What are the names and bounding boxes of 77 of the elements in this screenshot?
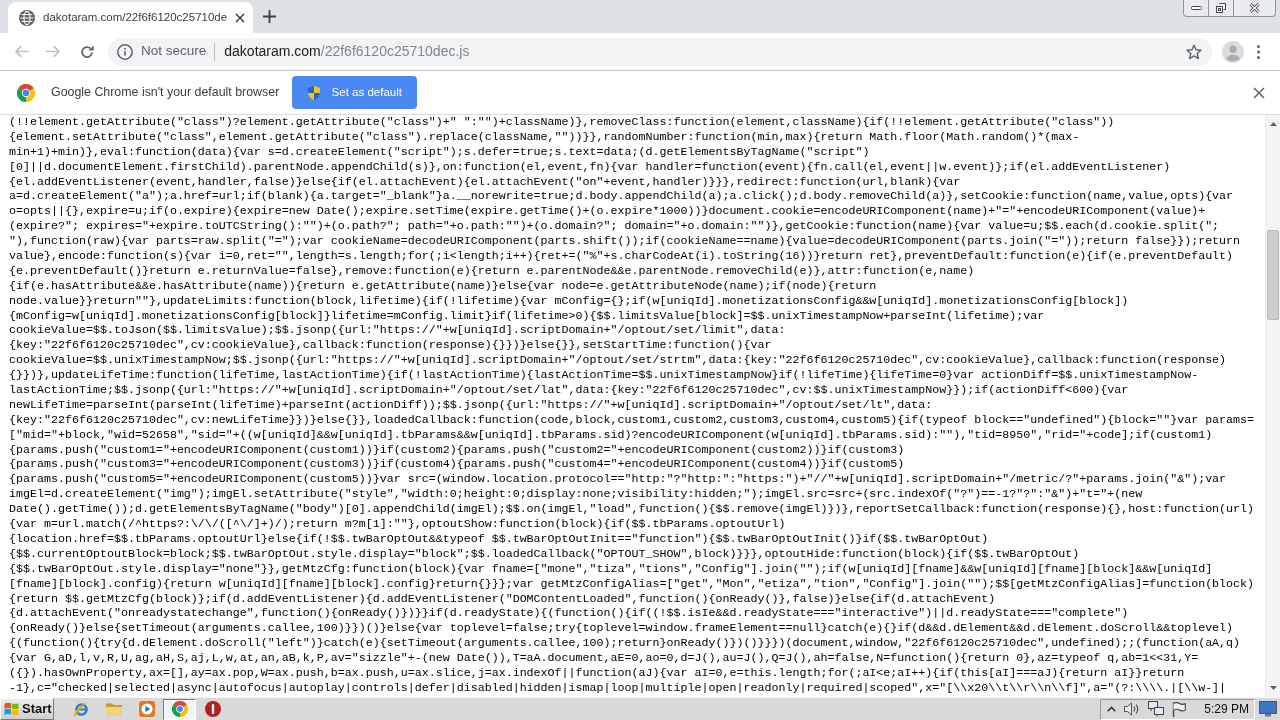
security-chip[interactable]: Not secure — [117, 41, 207, 62]
star-icon[interactable] — [1186, 43, 1202, 60]
info-icon — [117, 43, 133, 60]
code-line: ({}).hasOwnProperty,ax=[],ay=ax.pop,W=ax.push,b=ax.push,u=ax.slice,j=ax.indexOf||function(aJ){var aI=0,e=this.length;for(;aI<e;aI++){if(this[aI]===aJ){return aI}}return — [9, 665, 1186, 681]
minimize-icon — [1190, 6, 1202, 10]
code-line: newLifeTime=parseInt(parseInt(lifeTime)+parseInt(actionDiff));$$.jsonp({url:"https://"+w[uniqId].scriptDomain+"/optout/set/lt",data: — [9, 397, 934, 413]
code-line: {}})},updateLifeTime:function(lifeTime,lastActionTime){if(!lastActionTime){lastActionTime=$$.unixTimestampNow}if(!lifeTime){lifeTime=0}var actionDiff=$$.unixTimestampNow- — [9, 368, 1200, 384]
code-line: {onReady()}else{setTimeout(arguments.callee,100)}})()}else{var toplevel=false;try{toplevel=window.frameElement==null}catch(e){}if(d&&d.dElement&&d.dElement.doScroll&&toplevel) — [9, 621, 1235, 637]
code-line: {location.href=$$.tbParams.optoutUrl}else{if(!$$.twBarOptOut&&typeof $$.twBarOptOutInit=="function"){$$.twBarOptOutInit()}if($$.twBarOptOut) — [9, 531, 990, 547]
globe-icon — [19, 9, 35, 26]
e-logo-icon[interactable] — [72, 701, 89, 717]
code-line: {params.push("custom1="+encodeURIComponent(custom1))}if(custom2){params.push("custom2="+encodeURIComponent(custom2))}if(custom3) — [9, 442, 906, 458]
code-line: (!!element.getAttribute("class")?element.getAttribute("class")+" ":"")+className)},removeClass:function(element,className){if(!!element.getAttribute("class")) — [9, 115, 1116, 130]
code-line: {element.setAttribute("class",element.getAttribute("class").replace(className,""))}},randomNumber:function(min,max){return Math.floor(Math.random()*(max- — [9, 129, 1081, 145]
code-line: {params.push("custom5="+encodeURIComponent(custom5))}var src=(window.location.protocol=="http:"?"http:":"https:")+"//"+w[uniqId].scriptDomain+"/metric/?"+params.join("&");var — [9, 472, 1228, 488]
code-line: (expire?"; expires="+expire.toUTCString():"")+(o.path?"; path="+o.path:"")+(o.domain?"; domain="+o.domain:"")},getCookie:function(name){var value=u;$$.each(d.cookie.split("; — [9, 219, 1221, 235]
reload-icon[interactable] — [80, 44, 94, 59]
infobar-message: Google Chrome isn't your default browser — [51, 84, 280, 102]
code-line: lastActionTime;$$.jsonp({url:"https://"+w[uniqId].scriptDomain+"/optout/set/lat",data:{key:"22f6f6120c25710dec",cv:$$.unixTimestampNow}});if(actionDiff<600){var — [9, 383, 1130, 398]
address-bar[interactable]: Not secure dakotaram.com/22f6f6120c25710dec.js — [108, 37, 1212, 66]
plus-icon[interactable] — [263, 10, 276, 23]
code-line: {d.attachEvent("onreadystatechange",function(){onReady()})}}if(d.readyState){(function(){if((!$$.isIe&&d.readyState==="interactive")||d.readyState==="complete") — [9, 606, 1130, 622]
code-line: value},encode:function(s){var i=0,ret="",length=s.length;for(;i<length;i++){ret+=("%"+s.charCodeAt(i).toString(16))}return ret},preventDefault:function(e){if(e.preventDefault) — [9, 249, 1235, 264]
code-line: {var m=url.match(/^https?:\/\/([^\/]+)/);return m?m[1]:""},optoutShow:function(block){if($$.tbParams.optoutUrl) — [9, 517, 787, 532]
code-line: {(function(){try{d.dElement.doScroll("left")}catch(e){setTimeout(arguments.callee,100);return}onReady()})()}}})(document,window,"22f6f6120c25710dec",undefined);;(function(aA,q) — [9, 636, 1242, 652]
alert-circle-icon[interactable] — [204, 701, 221, 717]
code-line: cookieValue=$$.unixTimestampNow;$$.jsonp({url:"https://"+w[uniqId].scriptDomain+"/optout/set/strtm",data:{key:"22f6f6120c25710dec",cv:cookieValue},callback:function(response) — [9, 353, 1228, 369]
menu-icon[interactable] — [1257, 44, 1260, 59]
code-line: imgEl=d.createElement("img");imgEl.setAttribute("style","width:0;height:0;display:none;visibility:hidden;");imgEl.src=src+(src.indexOf("?")==-1?"?":"&")+"t="+(new — [9, 487, 1144, 503]
code-line: "),function(raw){var parts=raw.split("=");var cookieName=decodeURIComponent(parts.shift());if(cookieName==name){value=decodeURIComponent(parts.join("="));return false}});return — [9, 234, 1242, 249]
code-line: {el.addEventListener(event,handler,false)}else{if(el.attachEvent){el.attachEvent("on"+event,handler)}}},redirect:function(url,blank){var — [9, 174, 962, 190]
code-line: node.value}}return""},updateLimits:function(block,lifetime){if(!lifetime){var mConfig={};if(w[uniqId].monetizationsConfig&&w[uniqId].monetizationsConfig[block]) — [9, 293, 1130, 309]
code-line: [fname][block].config){return w[uniqId][fname][block].config}return{}}};var getMtzConfigAlias=["get","Mon","etiza","tion","Config"].join("");$$[getMtzConfigAlias]=function(block) — [9, 576, 1256, 592]
code-line: {key:"22f6f6120c25710dec",cv:cookieValue},callback:function(response){}})}else{}},setStartTime:function(){var — [9, 338, 773, 354]
shield-icon — [307, 85, 320, 100]
code-line: [0]||d.documentElement.firstChild).parentNode.appendChild(s)},on:function(el,event,fn){var handler=function(event){fn.call(el,event||w.event)};if(el.addEventListener) — [9, 159, 1172, 175]
code-line: cookieValue=$$.toJson($$.limitsValue);$$.jsonp({url:"https://"+w[uniqId].scriptDomain+"/optout/set/limit",data: — [9, 323, 787, 339]
close-icon — [1249, 3, 1260, 13]
code-line: a=d.createElement("a");a.href=url;if(blank){a.target="_blank"}a.__norewrite=true;d.body.appendChild(a);a.click();d.body.removeChild(a)},setCookie:function(name,value,opts){var — [9, 189, 1235, 205]
code-line: {$$.currentOptoutBlock=block;$$.twBarOptOut.style.display="block";$$.loadedCallback("OPTOUT_SHOW",block)}}},optoutHide:function(block){if($$.twBarOptOut) — [9, 546, 1081, 562]
speaker-icon[interactable] — [1124, 702, 1141, 716]
close-icon[interactable] — [235, 12, 246, 23]
clock: 5:29 PM — [1204, 701, 1249, 718]
code-line: {e.preventDefault()}return e.returnValue=false},remove:function(e){return e.parentNode&&e.parentNode.removeChild(e)},attr:function(e,name) — [9, 263, 976, 279]
network-icon[interactable] — [1148, 701, 1165, 717]
code-line: {key:"22f6f6120c25710dec",cv:newLifeTime}})}else{}},loadedCallback:function(code,block,custom1,custom2,custom3,custom4,custom5){if(typeof block=="undefined"){block=""}var params= — [9, 412, 1256, 428]
scrollbar-thumb[interactable] — [1267, 230, 1279, 320]
code-line: min+1)+min)},eval:function(data){var s=d.createElement("script");s.defer=true;s.text=data;(d.getElementsByTagName("script") — [9, 144, 871, 160]
close-button[interactable] — [1233, 0, 1276, 17]
code-line: {mConfig=w[uniqId].monetizationsConfig[block]}lifetime=mConfig.limit}if(lifetime>0){$$.limitsValue[block]=$$.unixTimestampNow+parseInt(lifetime);var — [9, 308, 1046, 324]
code-line: o=opts||{},expire=u;if(o.expire){expire=new Date();expire.setTime(expire.getTime()+(o.expire*1000))}document.cookie=encodeURIComponent(name)+"="+encodeURIComponent(value)+ — [9, 204, 1207, 220]
start-button[interactable]: Start — [0, 698, 54, 720]
browser-logo-icon — [17, 83, 35, 102]
minimize-button[interactable] — [1183, 0, 1209, 17]
triangle-down-icon[interactable] — [1269, 686, 1277, 690]
code-line: {params.push("custom3="+encodeURIComponent(custom3))}if(custom4){params.push("custom4="+encodeURIComponent(custom4))}if(custom5) — [9, 457, 906, 473]
scrollbar-track[interactable] — [1265, 115, 1280, 697]
flag-icon[interactable] — [1172, 701, 1187, 717]
close-icon[interactable] — [1253, 86, 1265, 99]
code-line: ["mid="+block,"wid=52658","sid="+((w[uniqId]&&w[uniqId].tbParams&&w[uniqId].tbParams.sid)?encodeURIComponent(w[uniqId].tbParams.sid):""),"tid=8950","rid="+code];if(custom1) — [9, 427, 1214, 443]
code-line: {return $$.getMtzCfg(block)};if(d.addEventListener){d.addEventListener("DOMContentLoaded",function(){onReady()},false)}else{if(d.attachEvent) — [9, 591, 997, 607]
play-tile-icon[interactable] — [138, 701, 155, 717]
browser-tab[interactable]: dakotaram.com/22f6f6120c25710de — [8, 2, 253, 33]
code-line: {if(e.hasAttribute&&e.hasAttribute(name)){return e.getAttribute(name)}else{var node=e.getAttributeNode(name);if(node){return — [9, 278, 878, 294]
restore-icon — [1216, 3, 1226, 13]
code-line: {$$.twBarOptOut.style.display="none"}},getMtzCfg:function(block){var fname=["mone","tiza","tions","Config"].join("");if(w[uniqId][fname]&&w[uniqId][fname][block]&&w[uniqId] — [9, 561, 1214, 577]
code-line: -1},c="checked|selected|async|autofocus|autoplay|controls|defer|disabled|hidden|ismap|loop|multiple|open|readonly|required|scoped",x="[\\x20\\t\\r\\n\\f]",a="(?:\\\\.|[\\w-]| — [9, 680, 1228, 696]
restore-button[interactable] — [1208, 0, 1234, 17]
code-line: Date().getTime());d.getElementsByTagName("body")[0].appendChild(imgEl);$$.on(imgEl,"load",function(){$$.remove(imgEl)})},reportSetCallback:function(response){},host:function(url) — [9, 502, 1256, 518]
triangle-up-icon[interactable] — [1269, 122, 1277, 126]
chevron-up-icon[interactable] — [1107, 706, 1117, 712]
url-text: dakotaram.com/22f6f6120c25710dec.js — [224, 42, 470, 61]
browser-logo-icon — [171, 701, 188, 717]
monitor-icon[interactable] — [1259, 701, 1277, 717]
flag-logo-icon — [4, 702, 19, 716]
taskbar-button[interactable] — [163, 698, 196, 720]
code-line: {var G,aD,l,v,R,U,ag,aH,S,aj,L,w,at,an,aB,k,P,av="sizzle"+-(new Date()),T=aA.document,aE=0,ao=0,d=J(),au=J(),Q=J(),ah=false,N=function(){return 0},az=typeof q,ab=1<<31,Y= — [9, 651, 1200, 666]
